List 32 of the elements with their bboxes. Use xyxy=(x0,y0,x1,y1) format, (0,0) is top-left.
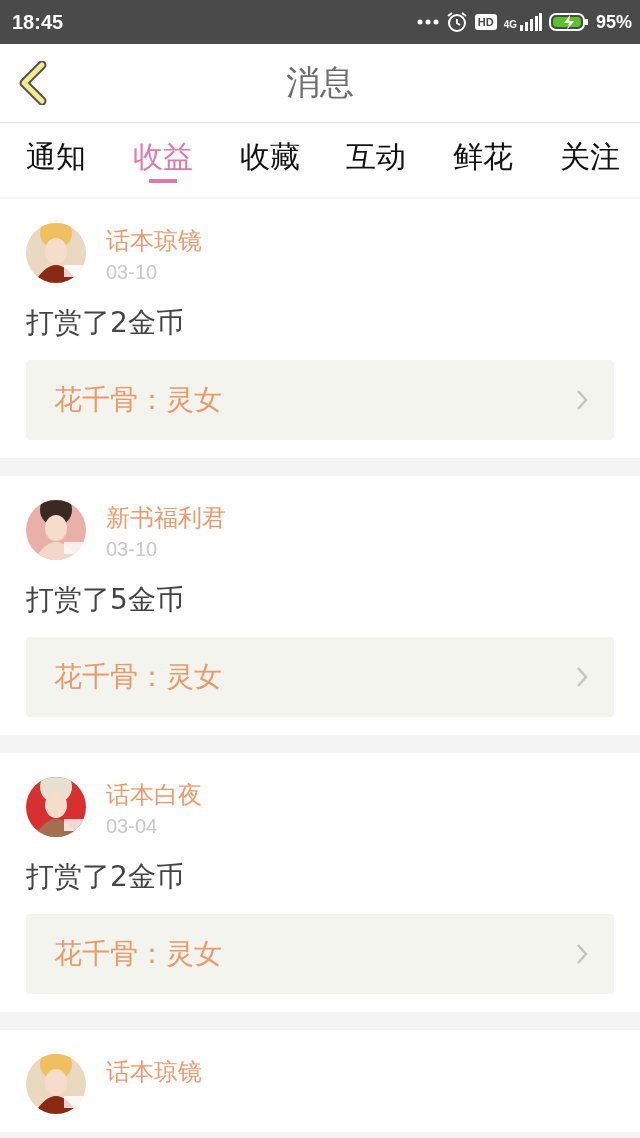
hd-badge: HD xyxy=(474,14,497,30)
tab[interactable]: 关注 xyxy=(560,123,620,183)
message-text: 打赏了2金币 xyxy=(26,859,185,895)
book-title: 花千骨：灵女 xyxy=(54,382,222,418)
chevron-right-icon xyxy=(576,389,588,411)
tab[interactable]: 收藏 xyxy=(239,123,300,183)
book-link[interactable]: 花千骨：灵女 xyxy=(26,360,614,440)
tab[interactable]: 收益 xyxy=(132,123,193,183)
chevron-right-icon xyxy=(576,666,588,688)
book-link[interactable]: 花千骨：灵女 xyxy=(26,637,614,717)
network-label: 4G xyxy=(503,19,517,30)
battery-icon xyxy=(548,12,589,32)
message-text: 打赏了5金币 xyxy=(26,582,185,618)
user-name[interactable]: 话本琼镜 xyxy=(106,225,202,257)
page-title: 消息 xyxy=(286,61,354,104)
signal-icon xyxy=(519,13,542,31)
more-icon xyxy=(416,18,439,26)
user-name[interactable]: 新书福利君 xyxy=(106,502,226,534)
tab[interactable]: 互动 xyxy=(346,123,407,183)
tab[interactable]: 鲜花 xyxy=(453,123,514,183)
clock-time: 18:45 xyxy=(12,10,64,34)
tab[interactable]: 通知 xyxy=(26,123,86,183)
book-title: 花千骨：灵女 xyxy=(54,936,222,972)
book-title: 花千骨：灵女 xyxy=(54,659,222,695)
message-text: 打赏了2金币 xyxy=(26,305,185,341)
back-icon[interactable] xyxy=(18,61,48,105)
battery-percent: 95% xyxy=(595,11,632,33)
user-name[interactable]: 话本琼镜 xyxy=(106,1056,202,1088)
chevron-right-icon xyxy=(576,943,588,965)
user-name[interactable]: 话本白夜 xyxy=(106,779,202,811)
book-link[interactable]: 花千骨：灵女 xyxy=(26,914,614,994)
alarm-icon xyxy=(445,11,468,33)
